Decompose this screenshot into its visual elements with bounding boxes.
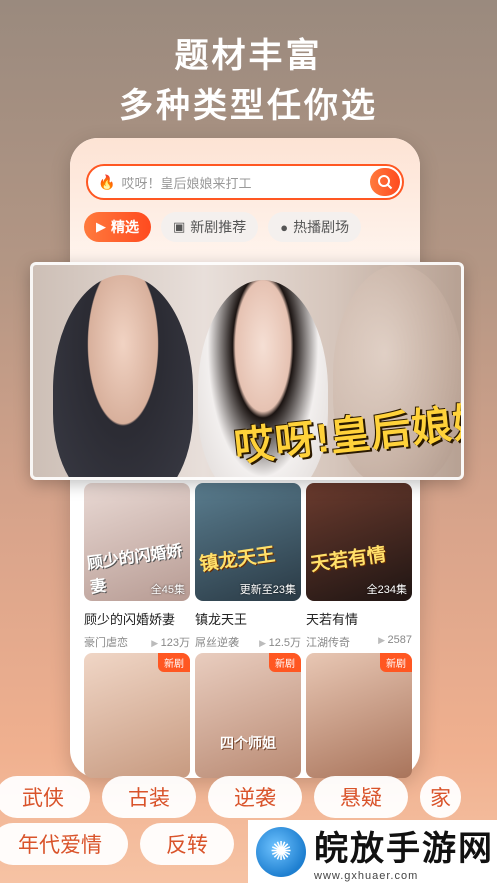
poster-title-art: 天若有情 [309,544,388,576]
drama-poster[interactable]: 新剧 四个师姐 [195,653,301,778]
poster-title-art: 四个师姐 [220,735,276,751]
drama-tag: 屌丝逆袭 [195,637,239,649]
search-icon [378,175,393,190]
genre-costume[interactable]: 古装 [102,776,196,818]
headline-line-1: 题材丰富 [174,37,323,75]
episode-count: 全45集 [150,584,185,596]
search-button[interactable] [370,168,400,196]
drama-card[interactable]: 新剧 四个师姐 [195,653,301,778]
search-bar[interactable]: 🔥 哎呀！皇后娘娘来打工 [86,164,404,200]
video-icon: ▶ [96,219,106,234]
drama-title: 顾少的闪婚娇妻 [84,612,176,627]
view-count: 123万 [151,634,190,650]
genre-family[interactable]: 家 [420,776,461,818]
genre-comeback[interactable]: 逆袭 [208,776,302,818]
featured-banner[interactable]: 哎呀!皇后娘娘来打工 [30,262,464,480]
tab-label: 精选 [111,219,139,235]
genre-row-2: 年代爱情 反转 [0,823,234,865]
drama-card[interactable]: 镇龙天王 更新至23集 镇龙天王 屌丝逆袭 12.5万 [195,483,301,650]
actor-figure-left [53,275,193,477]
new-icon: ▣ [173,219,186,234]
genre-twist[interactable]: 反转 [140,823,234,865]
octopus-logo-icon: ✺ [256,826,306,877]
drama-poster[interactable]: 新剧 [306,653,412,778]
genre-row-1: 武侠 古装 逆袭 悬疑 家 [0,776,461,818]
tab-label: 热播剧场 [293,219,350,235]
play-icon: ● [280,219,289,235]
poster-title-art: 镇龙天王 [198,544,277,576]
phone-header-bg [70,138,420,268]
drama-title: 镇龙天王 [195,612,248,627]
new-badge: 新剧 [158,653,190,672]
drama-title: 天若有情 [306,612,359,627]
drama-tag: 江湖传奇 [306,637,350,649]
genre-era-romance[interactable]: 年代爱情 [0,823,128,865]
drama-tag: 豪门虐恋 [84,637,128,649]
genre-wuxia[interactable]: 武侠 [0,776,90,818]
drama-poster[interactable]: 天若有情 全234集 [306,483,412,601]
episode-count: 更新至23集 [239,584,296,596]
drama-poster[interactable]: 镇龙天王 更新至23集 [195,483,301,601]
tab-label: 新剧推荐 [190,219,247,235]
view-count: 2587 [378,634,412,650]
new-badge: 新剧 [380,653,412,672]
drama-card[interactable]: 天若有情 全234集 天若有情 江湖传奇 2587 [306,483,412,650]
watermark: ✺ 皖放手游网 www.gxhuaer.com [248,820,497,883]
search-input[interactable]: 哎呀！皇后娘娘来打工 [121,173,251,192]
view-count: 12.5万 [259,634,301,650]
headline-line-2: 多种类型任你选 [119,87,378,125]
drama-poster[interactable]: 新剧 [84,653,190,778]
tab-bar: ▶ 精选 ▣ 新剧推荐 ● 热播剧场 [84,212,362,242]
drama-card[interactable]: 新剧 [84,653,190,778]
drama-card[interactable]: 顾少的闪婚娇妻 全45集 顾少的闪婚娇妻 豪门虐恋 123万 [84,483,190,650]
episode-count: 全234集 [366,584,407,596]
new-badge: 新剧 [269,653,301,672]
genre-suspense[interactable]: 悬疑 [314,776,408,818]
tab-new-drama[interactable]: ▣ 新剧推荐 [161,212,259,242]
watermark-name: 皖放手游网 [314,830,494,868]
drama-poster[interactable]: 顾少的闪婚娇妻 全45集 [84,483,190,601]
tab-featured[interactable]: ▶ 精选 [84,212,151,242]
watermark-url: www.gxhuaer.com [314,870,419,882]
drama-card[interactable]: 新剧 [306,653,412,778]
tab-hot-theater[interactable]: ● 热播剧场 [268,212,362,242]
flame-icon: 🔥 [98,173,116,190]
